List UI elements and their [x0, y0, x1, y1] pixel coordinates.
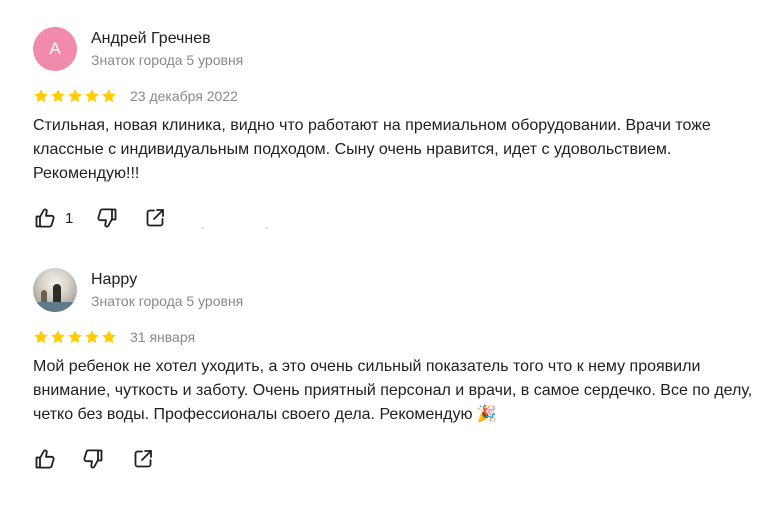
rating-row: 23 декабря 2022 — [33, 85, 753, 107]
author-info: Андрей Гречнев Знаток города 5 уровня — [91, 29, 243, 69]
share-icon — [146, 209, 165, 227]
star-icon — [85, 330, 99, 344]
review-actions — [33, 447, 753, 471]
divider — [201, 227, 204, 229]
author-level: Знаток города 5 уровня — [91, 52, 244, 68]
thumbs-up-icon — [35, 208, 55, 228]
avatar[interactable]: А — [33, 27, 77, 71]
share-button[interactable] — [143, 206, 167, 230]
star-icon — [34, 330, 48, 344]
like-button[interactable]: 1 — [33, 206, 73, 230]
avatar[interactable] — [33, 268, 77, 312]
star-icon — [34, 89, 48, 103]
review-text: Мой ребенок не хотел уходить, а это очен… — [33, 358, 753, 423]
review-author: А Андрей Гречнев Знаток города 5 уровня — [33, 27, 753, 71]
like-count: 1 — [65, 209, 74, 227]
thumbs-up-icon — [35, 449, 55, 469]
star-icon — [85, 89, 99, 103]
thumbs-down-icon — [97, 208, 117, 228]
star-icon — [102, 89, 116, 103]
rating-row: 31 января — [33, 326, 753, 348]
review-actions: 1 — [33, 206, 753, 230]
review-card: Happy Знаток города 5 уровня 31 января М… — [33, 268, 753, 471]
star-rating — [33, 329, 117, 345]
star-icon — [51, 89, 65, 103]
divider — [265, 227, 268, 229]
share-button[interactable] — [131, 447, 155, 471]
review-card: А Андрей Гречнев Знаток города 5 уровня … — [33, 27, 753, 230]
review-text: Стильная, новая клиника, видно что работ… — [33, 117, 711, 182]
star-icon — [68, 330, 82, 344]
avatar-initial: А — [49, 39, 61, 58]
author-name[interactable]: Happy — [91, 270, 243, 290]
star-icon — [102, 330, 116, 344]
review-date: 23 декабря 2022 — [130, 88, 238, 104]
dislike-button[interactable] — [95, 206, 119, 230]
review-author: Happy Знаток города 5 уровня — [33, 268, 753, 312]
star-rating — [33, 88, 117, 104]
star-icon — [51, 330, 65, 344]
dislike-button[interactable] — [81, 447, 105, 471]
thumbs-down-icon — [83, 449, 103, 469]
share-icon — [134, 450, 152, 468]
like-button[interactable] — [33, 447, 57, 471]
author-level: Знаток города 5 уровня — [91, 293, 244, 309]
review-date: 31 января — [130, 329, 196, 345]
author-info: Happy Знаток города 5 уровня — [91, 270, 243, 310]
author-name[interactable]: Андрей Гречнев — [91, 29, 243, 49]
star-icon — [68, 89, 82, 103]
